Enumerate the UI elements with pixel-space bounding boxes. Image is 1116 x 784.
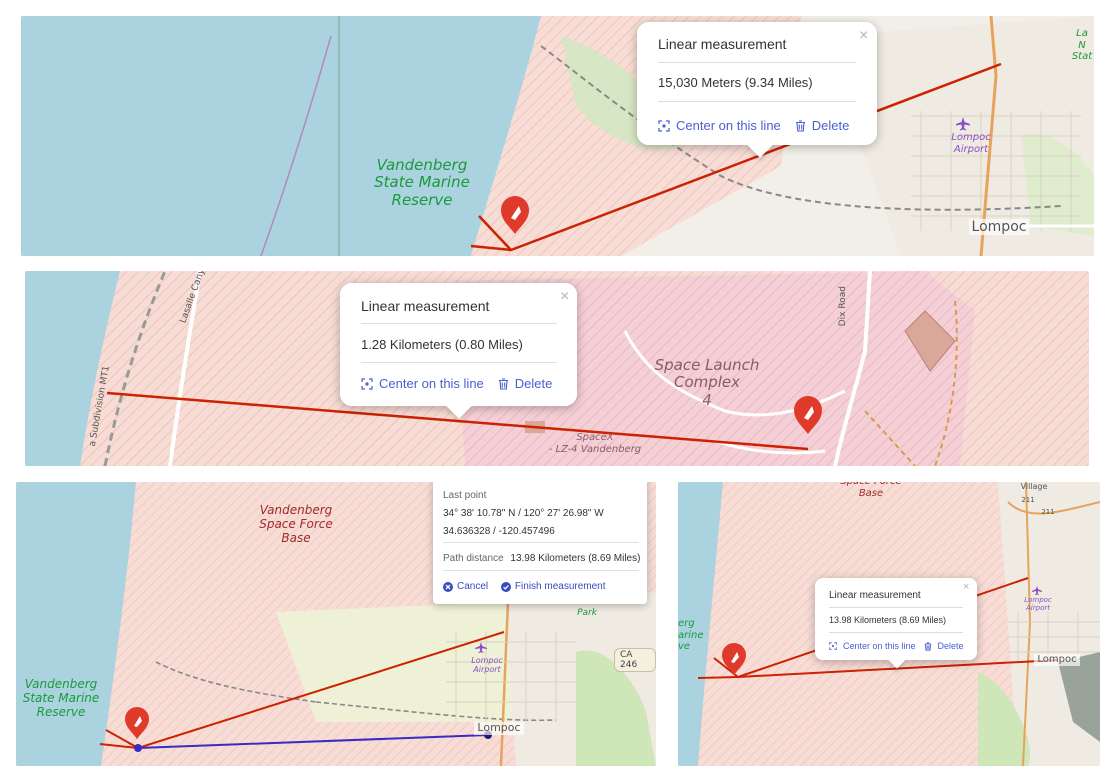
crosshair-icon [658,119,670,132]
cancel-button[interactable]: Cancel [443,581,488,592]
popup-title: Linear measurement [829,590,921,601]
airport-label: Lompoc Airport [951,132,991,155]
road-label-b: 211 [1041,508,1055,516]
village-label: Village [1020,482,1048,491]
airport-label: Lompoc Airport [1024,596,1052,613]
city-label: Lompoc [474,721,524,735]
corner-label: La N Stat [1071,28,1093,62]
road-label-a: 211 [1021,496,1035,504]
center-label: Center on this line [843,641,916,651]
decimal-coordinates: 34.636328 / -120.457496 [443,526,555,537]
measure-point[interactable] [134,744,142,752]
close-icon[interactable]: × [560,289,569,305]
map-panel-1[interactable]: Vandenberg State Marine Reserve Lompoc A… [21,16,1094,256]
delete-label: Delete [514,376,553,391]
trash-icon [795,119,805,132]
measurement-box: Last point 34° 38' 10.78" N / 120° 27' 2… [433,482,647,604]
path-distance-label: Path distance [443,553,504,564]
reserve-label: Vandenberg State Marine Reserve [22,677,100,719]
close-icon[interactable]: × [963,582,969,593]
center-label: Center on this line [676,118,781,133]
city-label: Lompoc [969,219,1029,236]
reserve-label: erg arine ve [678,618,704,652]
path-distance-value: 13.98 Kilometers (8.69 Miles) [510,553,641,564]
measurement-popup: × Linear measurement 1.28 Kilometers (0.… [340,283,577,419]
measurement-popup: × Linear measurement 15,030 Meters (9.34… [637,22,877,158]
airport-label: Lompoc Airport [471,656,503,675]
delete-label: Delete [811,118,850,133]
cancel-icon [443,581,453,592]
map-panel-3[interactable]: Vandenberg Space Force Base Vandenberg S… [16,482,656,766]
dms-coordinates: 34° 38' 10.78" N / 120° 27' 26.98" W [443,508,604,519]
complex-label: Space Launch Complex 4 [654,356,760,409]
delete-button[interactable]: Delete [924,641,964,651]
crosshair-icon [361,377,373,390]
center-on-line-button[interactable]: Center on this line [829,641,916,651]
dix-road-label: Dix Road [837,286,848,327]
distance-value: 15,030 Meters (9.34 Miles) [658,75,813,90]
finish-label: Finish measurement [514,581,606,592]
base-label: Vandenberg Space Force Base [259,503,333,545]
finish-measurement-button[interactable]: Finish measurement [500,581,606,592]
map-panel-2[interactable]: Space Launch Complex 4 SpaceX - LZ-4 Van… [25,271,1089,466]
reserve-label: Vandenberg State Marine Reserve [374,156,470,209]
city-label: Lompoc [1034,654,1080,666]
map-canvas[interactable] [21,16,1094,256]
base-label: Space Force Base [840,482,901,499]
trash-icon [924,641,931,651]
delete-label: Delete [937,641,964,651]
measurement-popup: × Linear measurement 13.98 Kilometers (8… [815,578,977,669]
center-on-line-button[interactable]: Center on this line [658,118,781,133]
close-icon[interactable]: × [859,28,868,44]
check-icon [500,581,511,592]
trash-icon [498,377,508,390]
delete-button[interactable]: Delete [795,118,850,133]
cancel-label: Cancel [457,581,489,592]
ocean-area [21,16,541,256]
center-label: Center on this line [379,376,484,391]
distance-value: 1.28 Kilometers (0.80 Miles) [361,337,523,352]
distance-value: 13.98 Kilometers (8.69 Miles) [829,615,947,625]
popup-title: Linear measurement [658,36,787,52]
delete-button[interactable]: Delete [498,376,553,391]
spacex-label: SpaceX - LZ-4 Vandenberg [548,432,642,455]
park-label: Park [577,608,597,618]
popup-title: Linear measurement [361,298,490,314]
center-on-line-button[interactable]: Center on this line [361,376,484,391]
highway-shield: CA 246 [614,648,656,672]
map-panel-4[interactable]: Space Force Base Village 211 211 erg ari… [678,482,1100,766]
last-point-label: Last point [443,490,487,501]
crosshair-icon [829,642,837,650]
